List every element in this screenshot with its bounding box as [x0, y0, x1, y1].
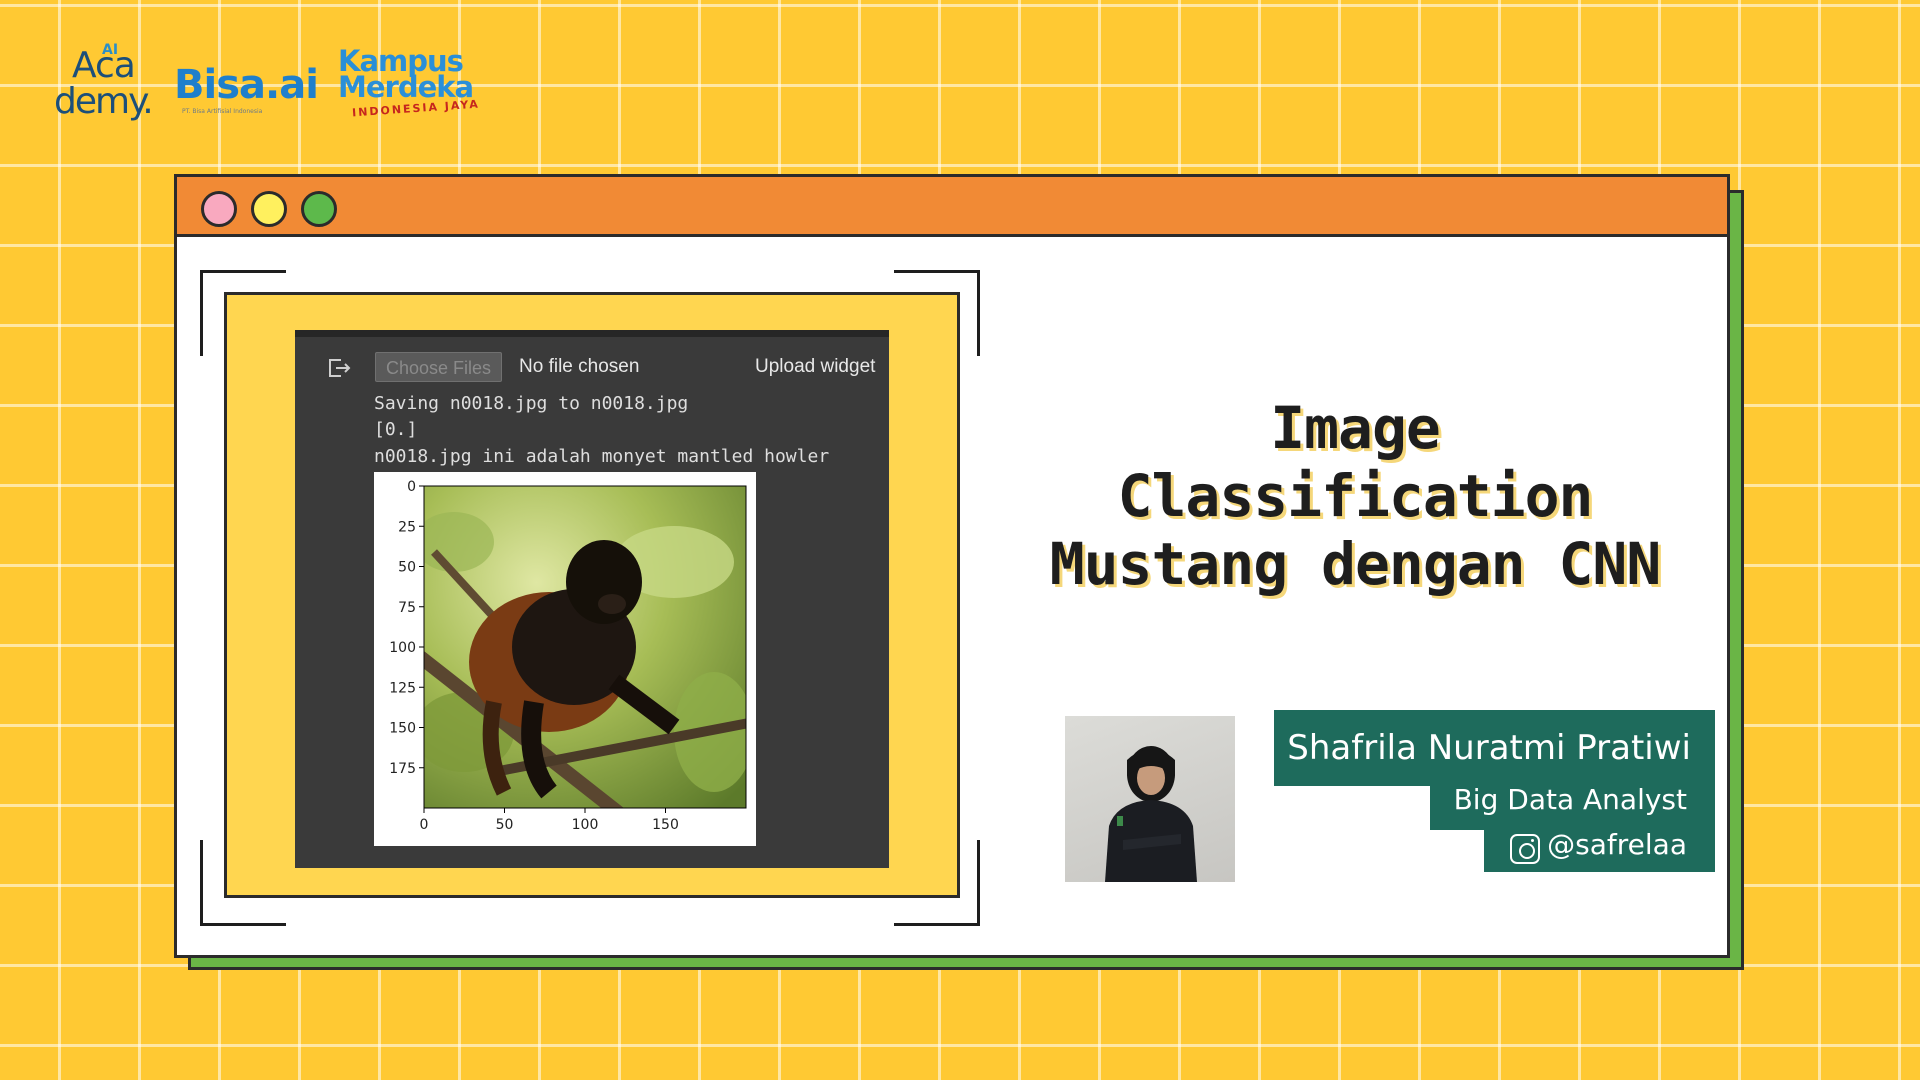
slide-title-line: Image — [1270, 394, 1441, 462]
close-dot[interactable] — [201, 191, 237, 227]
y-tick-label: 100 — [389, 640, 416, 656]
prediction-plot: 0 25 50 75 100 125 150 175 0 50 100 150 — [374, 472, 756, 846]
bisa-ai-logo-name: Bisa.ai — [174, 62, 319, 108]
bisa-ai-logo-sub: PT. Bisa Artifisial Indonesia — [182, 108, 263, 115]
prediction-plot-svg: 0 25 50 75 100 125 150 175 0 50 100 150 — [389, 479, 747, 833]
y-tick-label: 125 — [389, 680, 416, 696]
x-tick-label: 150 — [652, 817, 679, 833]
upload-widget-label: Upload widget — [755, 356, 876, 377]
output-line: n0018.jpg ini adalah monyet mantled howl… — [374, 446, 830, 467]
presenter-photo — [1065, 716, 1235, 882]
output-line: [0.] — [374, 419, 418, 440]
file-status-label: No file chosen — [519, 356, 640, 377]
slide-title: Image Classification Mustang dengan CNN — [1000, 394, 1710, 598]
bisa-ai-logo: Bisa.ai PT. Bisa Artifisial Indonesia — [174, 62, 319, 126]
output-exit-icon — [329, 359, 351, 377]
window-titlebar — [177, 177, 1727, 237]
y-tick-label: 175 — [389, 761, 416, 777]
presenter-instagram: @safrelaa — [1484, 822, 1715, 872]
y-tick-label: 75 — [398, 600, 416, 616]
slide-title-line: Classification — [1117, 462, 1594, 530]
minimize-dot[interactable] — [251, 191, 287, 227]
x-tick-label: 50 — [496, 817, 514, 833]
y-tick-label: 0 — [407, 479, 416, 495]
presenter-name: Shafrila Nuratmi Pratiwi — [1274, 710, 1715, 786]
monkey-photo — [424, 486, 746, 808]
output-line: Saving n0018.jpg to n0018.jpg — [374, 393, 689, 414]
academy-logo: AI Aca demy. — [54, 42, 154, 136]
kampus-merdeka-logo: Kampus Merdeka INDONESIA JAYA — [336, 46, 486, 126]
instagram-handle[interactable]: @safrelaa — [1547, 828, 1687, 861]
slide-title-line: Mustang dengan CNN — [1049, 530, 1662, 598]
x-tick-label: 0 — [420, 817, 429, 833]
academy-logo-line1: Aca — [72, 45, 136, 86]
y-tick-label: 50 — [398, 560, 416, 576]
instagram-icon — [1510, 834, 1540, 864]
y-tick-label: 150 — [389, 721, 416, 737]
maximize-dot[interactable] — [301, 191, 337, 227]
notebook-output-panel: Choose Files No file chosen Upload widge… — [295, 330, 889, 868]
y-tick-label: 25 — [398, 519, 416, 535]
kampus-merdeka-line2: Merdeka — [338, 70, 474, 104]
choose-files-button[interactable]: Choose Files — [375, 352, 503, 382]
x-tick-label: 100 — [572, 817, 599, 833]
academy-logo-line2: demy. — [54, 81, 154, 122]
